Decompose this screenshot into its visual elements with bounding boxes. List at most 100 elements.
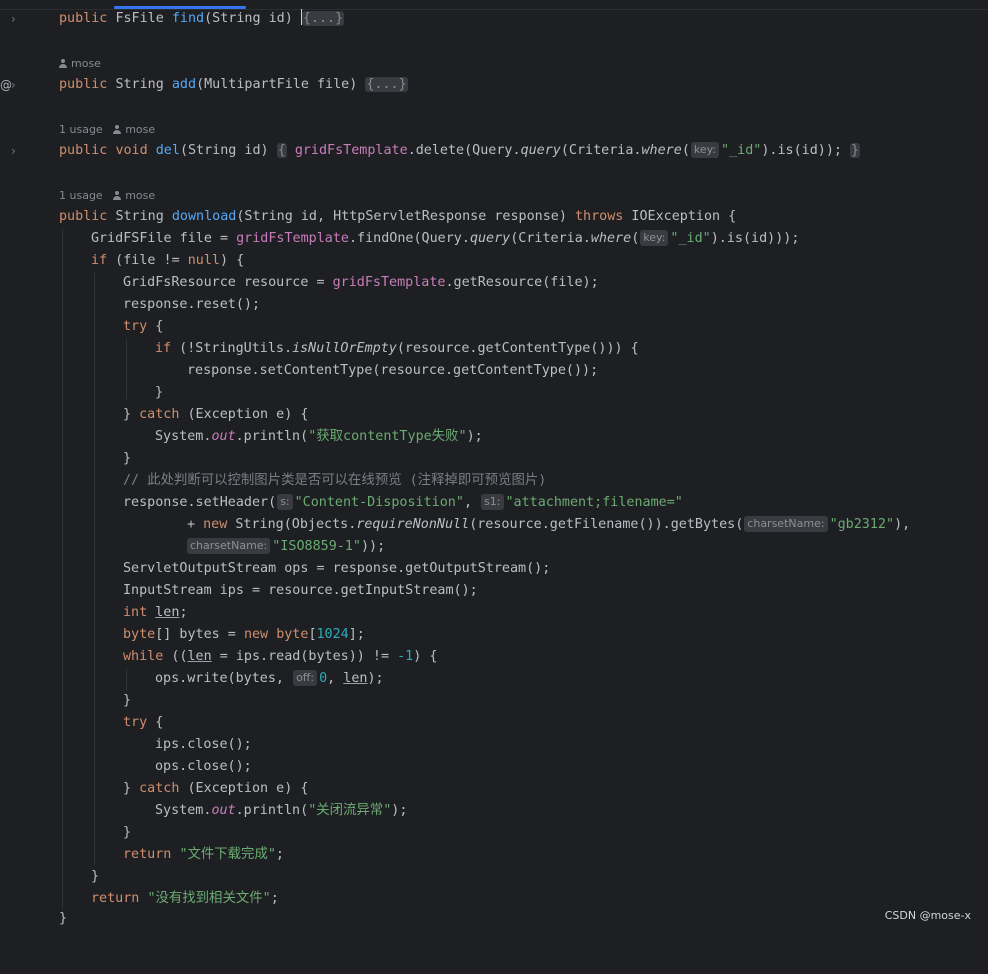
- code-text: (String id, HttpServletResponse response…: [236, 209, 575, 224]
- fold-chevron-icon[interactable]: ›: [11, 8, 23, 30]
- code-line[interactable]: GridFSFile file = gridFsTemplate.findOne…: [0, 228, 799, 250]
- code-text: .println(: [235, 803, 309, 818]
- code-line-add[interactable]: @ › public String add(MultipartFile file…: [0, 74, 408, 96]
- number-literal: -1: [397, 649, 414, 664]
- keyword: if: [91, 253, 108, 268]
- fold-brace[interactable]: }: [850, 143, 861, 158]
- user-icon: [113, 125, 122, 134]
- code-text: InputStream ips = resource.getInputStrea…: [123, 583, 478, 598]
- code-line[interactable]: try {: [0, 316, 163, 338]
- code-line[interactable]: } catch (Exception e) {: [0, 404, 308, 426]
- code-line[interactable]: response.reset();: [0, 294, 260, 316]
- keyword: byte: [276, 627, 309, 642]
- fold-chevron-icon[interactable]: ›: [11, 140, 23, 162]
- usage-hint[interactable]: 1 usage mose: [59, 121, 155, 139]
- code-line[interactable]: int len;: [0, 602, 188, 624]
- code-text: (resource.getFilename()).getBytes(: [469, 517, 744, 532]
- fold-chevron-icon[interactable]: ›: [11, 74, 23, 96]
- code-text: ServletOutputStream ops = response.getOu…: [123, 561, 551, 576]
- method-name: del: [155, 143, 180, 158]
- keyword: null: [187, 253, 220, 268]
- variable-ref: len: [187, 649, 212, 664]
- code-line[interactable]: } catch (Exception e) {: [0, 778, 308, 800]
- code-line[interactable]: if (file != null) {: [0, 250, 244, 272]
- code-line[interactable]: return "没有找到相关文件";: [0, 888, 279, 910]
- code-text: (Criteria.: [510, 231, 591, 246]
- code-text: String(Objects.: [227, 517, 357, 532]
- folded-body[interactable]: {...}: [301, 11, 345, 26]
- string-literal: "gb2312": [829, 517, 895, 532]
- code-line[interactable]: if (!StringUtils.isNullOrEmpty(resource.…: [0, 338, 639, 360]
- code-line-del[interactable]: › public void del(String id) { gridFsTem…: [0, 140, 861, 162]
- keyword: while: [123, 649, 164, 664]
- code-text: (String id): [179, 143, 277, 158]
- code-line[interactable]: }: [0, 690, 131, 712]
- code-line[interactable]: }: [0, 908, 67, 930]
- code-line[interactable]: + new String(Objects.requireNonNull(reso…: [0, 514, 910, 536]
- code-text: }: [123, 407, 140, 422]
- keyword: try: [123, 319, 148, 334]
- code-line[interactable]: ops.close();: [0, 756, 252, 778]
- code-text: }: [59, 911, 68, 926]
- number-literal: 1024: [316, 627, 349, 642]
- indent-guide: [94, 273, 95, 865]
- code-text: }: [155, 385, 164, 400]
- param-hint: s:: [277, 494, 293, 510]
- code-line[interactable]: }: [0, 448, 131, 470]
- code-line[interactable]: }: [0, 866, 99, 888]
- author-hint[interactable]: mose: [59, 55, 101, 73]
- code-line[interactable]: ops.write(bytes, off: 0, len);: [0, 668, 384, 690]
- code-text: .println(: [235, 429, 309, 444]
- code-line[interactable]: while ((len = ips.read(bytes)) != -1) {: [0, 646, 437, 668]
- code-line[interactable]: try {: [0, 712, 163, 734]
- string-literal: "attachment;filename=": [505, 495, 683, 510]
- keyword: public: [59, 11, 108, 26]
- code-line[interactable]: byte[] bytes = new byte[1024];: [0, 624, 365, 646]
- code-line[interactable]: response.setHeader(s: "Content-Dispositio…: [0, 492, 683, 514]
- code-text: }: [91, 869, 100, 884]
- code-text: ) {: [220, 253, 245, 268]
- code-line[interactable]: }: [0, 822, 131, 844]
- param-hint: charsetName:: [744, 516, 828, 532]
- code-line-download[interactable]: public String download(String id, HttpSe…: [0, 206, 736, 228]
- static-method: query: [520, 143, 561, 158]
- code-text: +: [187, 517, 204, 532]
- code-line[interactable]: return "文件下载完成";: [0, 844, 284, 866]
- code-text: (resource.getContentType())) {: [396, 341, 639, 356]
- code-line[interactable]: // 此处判断可以控制图片类是否可以在线预览 (注释掉即可预览图片): [0, 470, 546, 492]
- code-line[interactable]: response.setContentType(resource.getCont…: [0, 360, 598, 382]
- code-text: );: [466, 429, 483, 444]
- code-text: (MultipartFile file): [196, 77, 366, 92]
- variable-ref: len: [155, 605, 180, 620]
- usage-count[interactable]: 1 usage: [59, 123, 103, 136]
- code-text: ,: [463, 495, 481, 510]
- keyword: throws: [574, 209, 624, 224]
- variable-ref: len: [343, 671, 368, 686]
- code-text: (!StringUtils.: [171, 341, 293, 356]
- author-name: mose: [71, 57, 101, 70]
- fold-brace[interactable]: {: [276, 143, 287, 158]
- code-line[interactable]: charsetName: "ISO8859-1"));: [0, 536, 385, 558]
- code-line[interactable]: GridFsResource resource = gridFsTemplate…: [0, 272, 599, 294]
- code-line[interactable]: System.out.println("获取contentType失败");: [0, 426, 483, 448]
- static-method: query: [469, 231, 511, 246]
- code-line[interactable]: System.out.println("关闭流异常");: [0, 800, 407, 822]
- folded-body[interactable]: {...}: [365, 77, 408, 92]
- string-literal: "ISO8859-1": [272, 539, 361, 554]
- code-line[interactable]: }: [0, 382, 163, 404]
- usage-hint[interactable]: 1 usage mose: [59, 187, 155, 205]
- code-line[interactable]: InputStream ips = resource.getInputStrea…: [0, 580, 478, 602]
- string-literal: "_id": [670, 231, 711, 246]
- code-text: System.: [155, 429, 212, 444]
- code-editor[interactable]: › public FsFile find(String id) {...} mo…: [0, 0, 988, 930]
- usage-count[interactable]: 1 usage: [59, 189, 103, 202]
- code-line[interactable]: ips.close();: [0, 734, 252, 756]
- code-text: FsFile: [115, 11, 172, 26]
- code-text: (String id): [204, 11, 301, 26]
- code-line[interactable]: ServletOutputStream ops = response.getOu…: [0, 558, 550, 580]
- indent-guide: [62, 229, 63, 909]
- code-line-find[interactable]: › public FsFile find(String id) {...}: [0, 8, 345, 30]
- keyword: new: [203, 517, 228, 532]
- code-text: .delete(Query.: [407, 143, 521, 158]
- code-text: response.setContentType(resource.getCont…: [187, 363, 599, 378]
